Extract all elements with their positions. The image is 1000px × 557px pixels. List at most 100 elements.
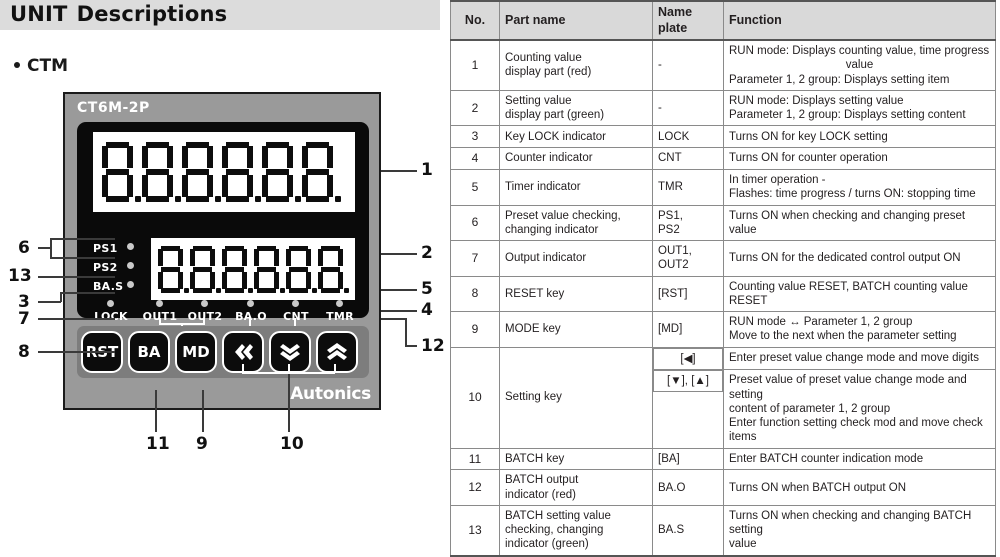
table-row: 1 Counting value display part (red) - RUN mo…	[450, 39, 996, 91]
callout-4: 4	[421, 300, 433, 320]
status-label-tmr: TMR	[326, 310, 354, 323]
cell-no: 1	[450, 39, 500, 91]
cell-function: Preset value of preset value change mode…	[723, 369, 996, 449]
cell-no: 7	[450, 240, 500, 277]
cell-part-name: BATCH output indicator (red)	[499, 469, 653, 506]
cell-no: 5	[450, 169, 500, 206]
callout-12: 12	[421, 336, 445, 356]
left-illustration-panel: UNIT Descriptions CTM CT6M-2P PS1 PS2 BA.…	[0, 0, 445, 500]
seven-segment-digit	[139, 141, 181, 203]
page-title-word-2: Descriptions	[76, 2, 228, 26]
cell-function: Turns ON for counter operation	[723, 147, 996, 170]
cell-function: Enter preset value change mode and move …	[723, 346, 996, 371]
cell-no: 9	[450, 311, 500, 348]
seven-segment-digit	[188, 245, 221, 293]
cell-function: Turns ON when BATCH output ON	[723, 469, 996, 506]
key-md[interactable]: MD	[175, 331, 217, 373]
table-row: 5 Timer indicator TMR In timer operation -F…	[450, 169, 996, 206]
cell-name-plate: -	[652, 89, 724, 127]
cell-no: 13	[450, 504, 500, 557]
cell-no: 4	[450, 147, 500, 170]
page-title-word-1: UNIT	[10, 2, 68, 26]
cell-no: 11	[450, 447, 500, 471]
cell-function: Turns ON for key LOCK setting	[723, 125, 996, 149]
bullet-point-icon	[14, 62, 20, 68]
cell-function: Enter BATCH counter indication mode	[723, 447, 996, 471]
seven-segment-digit	[220, 245, 253, 293]
cell-name-plate: [MD]	[652, 311, 724, 348]
cell-no: 2	[450, 89, 500, 127]
callout-10: 10	[280, 434, 304, 454]
callout-5: 5	[421, 279, 433, 299]
table-row: 12 BATCH output indicator (red) BA.O Turns O…	[450, 469, 996, 506]
cell-name-plate: TMR	[652, 169, 724, 206]
table-row: 13 BATCH setting value checking, changing i…	[450, 504, 996, 557]
seven-segment-digit	[156, 245, 189, 293]
callout-6: 6	[18, 238, 30, 258]
key-ba[interactable]: BA	[128, 331, 170, 373]
status-led-out1	[156, 300, 163, 307]
cell-part-name: Setting key	[499, 346, 653, 449]
col-header-name-plate: Name plate	[652, 0, 724, 41]
cell-name-plate: [BA]	[652, 447, 724, 471]
cell-function: Turns ON for the dedicated control outpu…	[723, 240, 996, 277]
subsection-heading: CTM	[14, 56, 68, 76]
cell-name-plate: OUT1, OUT2	[652, 240, 724, 277]
callout-8: 8	[18, 342, 30, 362]
status-led-lock	[107, 300, 114, 307]
cell-no: 10	[450, 346, 500, 449]
cell-part-name: Key LOCK indicator	[499, 125, 653, 149]
key-up[interactable]	[316, 331, 358, 373]
seven-segment-digit	[99, 141, 141, 203]
indicator-led-bas	[127, 281, 134, 288]
seven-segment-digit	[299, 141, 341, 203]
callout-9: 9	[196, 434, 208, 454]
cell-part-name: BATCH key	[499, 447, 653, 471]
cell-name-plate: [▼], [▲]	[653, 369, 723, 392]
cell-name-plate: [◀]	[653, 347, 723, 370]
table-row: 11 BATCH key [BA] Enter BATCH counter indic…	[450, 447, 996, 471]
cell-name-plate: BA.S	[652, 504, 724, 557]
table-row: 8 RESET key [RST] Counting value RESET, BAT…	[450, 275, 996, 312]
device-model-label: CT6M-2P	[77, 100, 150, 116]
status-led-bao	[247, 300, 254, 307]
table-row: 2 Setting value display part (green) - RUN m…	[450, 89, 996, 127]
indicator-label-ps2: PS2	[93, 261, 118, 274]
table-row: 4 Counter indicator CNT Turns ON for counte…	[450, 147, 996, 170]
cell-name-plate: LOCK	[652, 125, 724, 149]
cell-part-name: Counting value display part (red)	[499, 39, 653, 91]
cell-no: 12	[450, 469, 500, 506]
double-chevron-down-icon	[278, 342, 302, 362]
key-md-label: MD	[182, 343, 210, 361]
cell-function: RUN mode: Displays counting value, time …	[723, 39, 996, 91]
cell-name-plate: CNT	[652, 147, 724, 170]
cell-part-name: BATCH setting value checking, changing ind…	[499, 504, 653, 557]
seven-segment-digit	[284, 245, 317, 293]
cell-no: 6	[450, 204, 500, 241]
table-row: 7 Output indicator OUT1, OUT2 Turns ON for t…	[450, 240, 996, 277]
cell-part-name: RESET key	[499, 275, 653, 312]
status-led-tmr	[336, 300, 343, 307]
cell-name-plate: PS1, PS2	[652, 204, 724, 241]
cell-function: RUN mode: Displays setting value Paramete…	[723, 89, 996, 127]
page-title: UNIT Descriptions	[10, 2, 227, 26]
indicator-label-ps1: PS1	[93, 242, 118, 255]
seven-segment-digit	[219, 141, 261, 203]
status-led-out2	[201, 300, 208, 307]
seven-segment-digit	[316, 245, 349, 293]
key-down[interactable]	[269, 331, 311, 373]
col-header-no: No.	[450, 0, 500, 41]
indicator-led-ps2	[127, 262, 134, 269]
cell-function: RUN mode ↔ Parameter 1, 2 group Move to t…	[723, 311, 996, 348]
callout-11: 11	[146, 434, 170, 454]
cell-function: Counting value RESET, BATCH counting val…	[723, 275, 996, 312]
key-ba-label: BA	[137, 343, 161, 361]
callout-2: 2	[421, 243, 433, 263]
parts-description-table: No. Part name Name plate Function 1 Count…	[450, 0, 996, 557]
cell-name-plate: BA.O	[652, 469, 724, 506]
device-keypad: RST BA MD	[77, 326, 369, 378]
cell-no: 8	[450, 275, 500, 312]
setting-value-display	[151, 238, 355, 300]
double-chevron-left-icon	[231, 342, 255, 362]
subsection-heading-label: CTM	[27, 56, 68, 76]
